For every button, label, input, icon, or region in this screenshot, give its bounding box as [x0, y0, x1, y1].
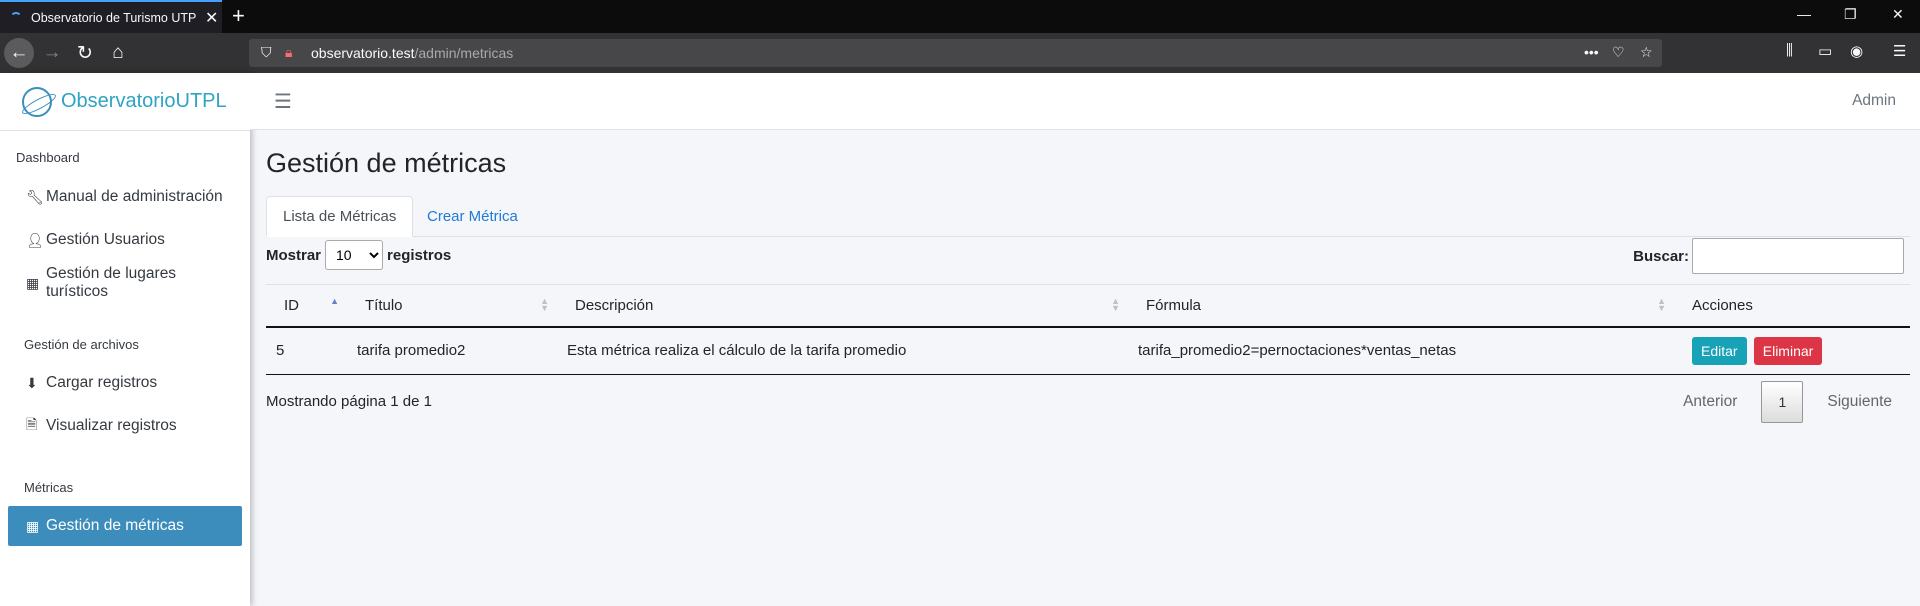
library-icon[interactable]: ⫼ [1786, 42, 1793, 59]
sort-icon: ▲ ▼ [1657, 296, 1666, 313]
url-host: observatorio.test [311, 45, 415, 61]
content-tabs: Lista de Métricas Crear Métrica [266, 196, 1910, 237]
reload-icon[interactable]: ↻ [70, 38, 100, 68]
cell-formula: tarifa_promedio2=pernoctaciones*ventas_n… [1128, 326, 1674, 375]
globe-logo-icon [22, 86, 52, 117]
column-header-titulo[interactable]: Título ▲ ▼ [347, 284, 557, 328]
column-header-id[interactable]: ID ▲ [266, 284, 347, 328]
next-page-button[interactable]: Siguiente [1827, 393, 1892, 411]
url-path: /admin/metricas [414, 45, 514, 61]
forward-icon[interactable]: → [37, 38, 67, 68]
hamburger-menu-icon[interactable]: ☰ [274, 89, 292, 114]
search-control: Buscar: [1633, 238, 1904, 274]
browser-toolbar: ← → ↻ ⌂ ⛉ 🔒︎ observatorio.test /admin/me… [0, 33, 1920, 73]
cell-titulo: tarifa promedio2 [347, 326, 557, 375]
pocket-icon[interactable]: ♡ [1612, 44, 1625, 61]
delete-button[interactable]: Eliminar [1753, 336, 1823, 365]
table-info: Mostrando página 1 de 1 [266, 393, 432, 410]
length-prefix: Mostrar [266, 246, 322, 264]
sidebar-item-cargar[interactable]: ⬇ Cargar registros [8, 363, 242, 403]
page-title: Gestión de métricas [266, 148, 507, 178]
column-header-descripcion[interactable]: Descripción ▲ ▼ [557, 284, 1128, 328]
close-tab-icon[interactable]: ✕ [205, 8, 218, 28]
sidebar-item-metricas[interactable]: ▦ Gestión de métricas [8, 506, 242, 546]
loading-spinner-icon [10, 11, 22, 24]
brand-link[interactable]: Observatorio UTPL [0, 73, 250, 131]
tab-lista-metricas[interactable]: Lista de Métricas [266, 196, 414, 237]
restore-icon[interactable]: ❐ [1844, 6, 1857, 23]
browser-tab-strip: Observatorio de Turismo UTPL ✕ + — ❐ ✕ [0, 0, 1920, 33]
search-input[interactable] [1692, 238, 1904, 274]
sort-icon: ▲ ▼ [540, 296, 549, 313]
tab-crear-metrica[interactable]: Crear Métrica [411, 196, 534, 237]
insecure-lock-icon[interactable]: 🔒︎ [285, 44, 292, 61]
file-text-icon: 🗎︎ [26, 416, 38, 432]
cell-acciones: Editar Eliminar [1674, 326, 1910, 375]
sidebar-item-manual[interactable]: 🔧︎ Manual de administración [8, 177, 242, 217]
page-actions-icon[interactable]: ••• [1584, 44, 1599, 60]
minimize-icon[interactable]: — [1797, 6, 1811, 22]
shield-icon[interactable]: ⛉ [261, 44, 272, 61]
sidebar-item-label: Manual de administración [46, 188, 223, 205]
wrench-icon: 🔧︎ [26, 188, 44, 205]
file-download-icon: ⬇ [26, 374, 38, 391]
column-header-formula[interactable]: Fórmula ▲ ▼ [1128, 284, 1674, 328]
pagination: Anterior 1 Siguiente [1683, 381, 1892, 423]
table-header-row: ID ▲ Título ▲ ▼ Descripción ▲ ▼ Fórmula ▲ ▼ Acc… [266, 284, 1910, 328]
sidebar-item-visualizar[interactable]: 🗎︎ Visualizar registros [8, 406, 242, 446]
previous-page-button[interactable]: Anterior [1683, 393, 1737, 411]
page-length-select[interactable]: 10 [325, 240, 384, 270]
account-icon[interactable]: ◉ [1850, 42, 1863, 60]
menu-icon[interactable]: ☰ [1893, 42, 1906, 60]
table-row: 5 tarifa promedio2 Esta métrica realiza … [266, 326, 1910, 375]
sort-icon: ▲ ▼ [1111, 296, 1120, 313]
bookmark-star-icon[interactable]: ☆ [1640, 44, 1653, 61]
column-header-acciones: Acciones [1674, 284, 1910, 328]
home-icon[interactable]: ⌂ [103, 38, 133, 68]
edit-button[interactable]: Editar [1692, 336, 1747, 365]
user-menu[interactable]: Admin [1852, 92, 1896, 110]
page-1-button[interactable]: 1 [1761, 381, 1804, 423]
sidebar-item-label: Cargar registros [46, 374, 158, 391]
sidebar-section-metricas: Métricas [24, 480, 74, 495]
brand-name: Observatorio [61, 90, 176, 112]
cell-id: 5 [266, 326, 347, 375]
top-header: ☰ Admin [250, 73, 1920, 130]
new-tab-icon[interactable]: + [232, 3, 245, 29]
calculator-icon: ▦ [26, 517, 40, 534]
sidebar-item-label: Gestión Usuarios [46, 231, 165, 248]
browser-tab[interactable]: Observatorio de Turismo UTPL ✕ [0, 0, 222, 33]
metrics-table: ID ▲ Título ▲ ▼ Descripción ▲ ▼ Fórmula ▲ ▼ Acc… [266, 284, 1910, 375]
building-icon: ▦ [26, 274, 40, 291]
sidebar-item-label: Visualizar registros [46, 417, 177, 434]
sidebar-section-archivos: Gestión de archivos [24, 337, 139, 352]
sort-asc-icon: ▲ [330, 296, 339, 306]
window-close-icon[interactable]: ✕ [1892, 6, 1904, 23]
search-label: Buscar: [1633, 247, 1689, 265]
sidebar-item-usuarios[interactable]: 👤︎ Gestión Usuarios [8, 220, 242, 260]
cell-descripcion: Esta métrica realiza el cálculo de la ta… [557, 326, 1128, 375]
sidebar-item-label: Gestión de lugares turísticos [45, 265, 177, 300]
brand-suffix: UTPL [175, 90, 227, 112]
sidebar-section-dashboard[interactable]: Dashboard [16, 150, 80, 165]
address-bar[interactable]: ⛉ 🔒︎ observatorio.test /admin/metricas •… [249, 39, 1662, 67]
browser-tab-title: Observatorio de Turismo UTPL [31, 10, 196, 25]
length-suffix: registros [387, 246, 452, 264]
page-length-control: Mostrar 10 registros [266, 239, 451, 271]
sidebar-toggle-icon[interactable]: ▭ [1818, 42, 1832, 60]
user-icon: 👤︎ [26, 231, 44, 248]
sidebar-item-lugares[interactable]: ▦ Gestión de lugares turísticos [8, 263, 242, 303]
sidebar-item-label: Gestión de métricas [46, 517, 184, 534]
back-icon[interactable]: ← [4, 38, 34, 68]
